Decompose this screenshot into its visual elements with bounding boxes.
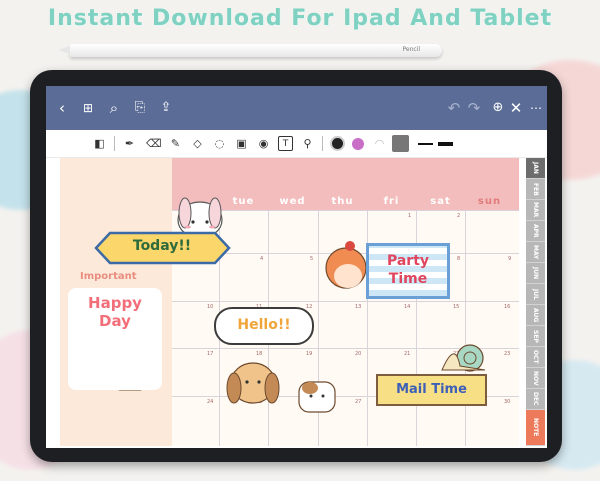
important-label: Important xyxy=(80,271,137,282)
snail-sticker xyxy=(441,344,486,372)
party-time-text: Party Time xyxy=(369,252,447,288)
cat-sticker xyxy=(298,381,336,413)
happy-line-1: Happy xyxy=(88,294,142,312)
hello-speech-bubble: Hello!! xyxy=(214,307,314,345)
mail-time-text: Mail Time xyxy=(396,382,467,397)
party-line-1: Party xyxy=(386,253,430,269)
hello-text: Hello!! xyxy=(237,317,291,333)
happy-day-text: Happy Day xyxy=(68,294,162,330)
today-sticker-text: Today!! xyxy=(132,238,192,254)
happy-day-card: Happy Day xyxy=(68,288,162,390)
mail-time-sticker: Mail Time xyxy=(376,374,487,406)
girl-party-sticker xyxy=(325,241,367,289)
party-line-2: Time xyxy=(388,271,428,287)
sticker-layer xyxy=(94,197,486,413)
dog-sticker xyxy=(226,362,280,404)
party-time-sticker: Party Time xyxy=(366,243,450,299)
happy-line-2: Day xyxy=(99,312,131,330)
